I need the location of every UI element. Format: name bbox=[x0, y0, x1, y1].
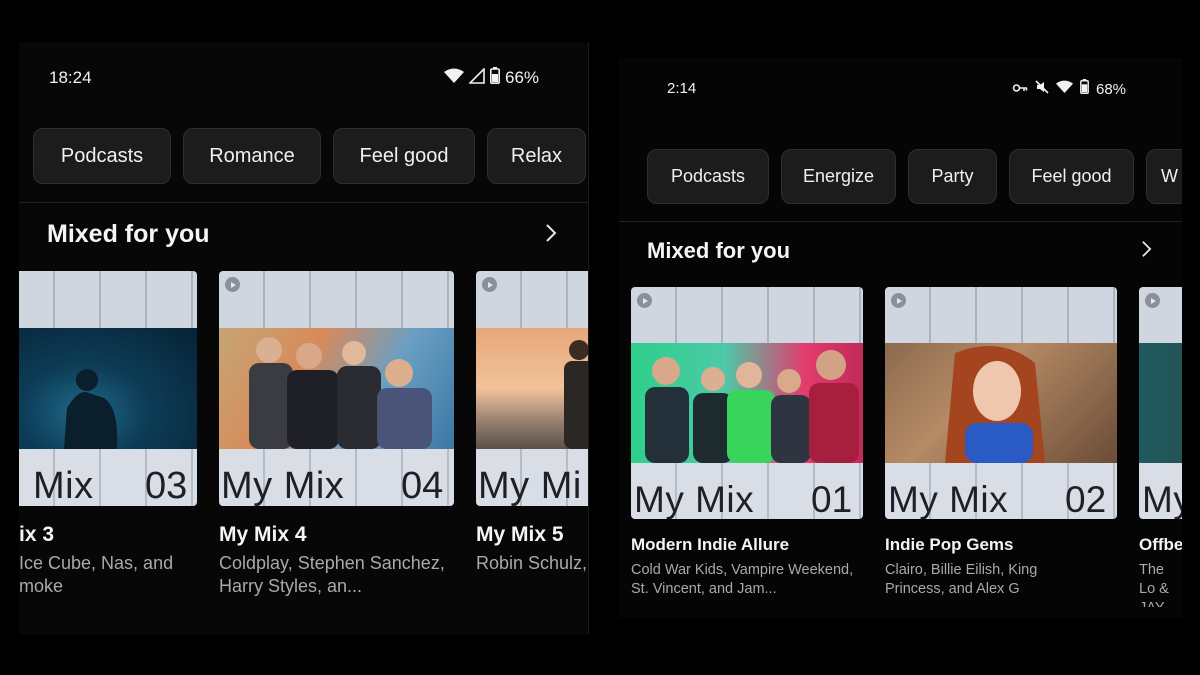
mix-card[interactable]: My Mix 01 Modern Indie Allure Cold War K… bbox=[631, 287, 863, 607]
right-phone-screen: 2:14 68% Podcasts Energize Party Feel go… bbox=[619, 58, 1182, 618]
section-title: Mixed for you bbox=[47, 220, 210, 248]
mix-number: 01 bbox=[811, 479, 853, 519]
mix-card[interactable]: My Offbe The Lo & JAY- bbox=[1139, 287, 1182, 607]
wifi-icon bbox=[1056, 79, 1073, 99]
mix-number: 03 bbox=[145, 465, 188, 506]
cover-photo bbox=[19, 328, 197, 449]
play-badge-icon bbox=[891, 293, 906, 308]
card-subtitle: Ice Cube, Nas, and moke bbox=[19, 553, 174, 597]
play-badge-icon bbox=[225, 277, 240, 292]
filter-chips: Podcasts Romance Feel good Relax bbox=[33, 128, 586, 184]
chip-relax[interactable]: Relax bbox=[487, 128, 586, 184]
mix-word: My Mix bbox=[634, 479, 755, 519]
mute-icon bbox=[1035, 79, 1049, 99]
battery-icon bbox=[490, 67, 500, 89]
card-title: Modern Indie Allure bbox=[631, 535, 790, 554]
play-badge-icon bbox=[637, 293, 652, 308]
mix-word: My bbox=[1142, 479, 1182, 519]
chip-podcasts[interactable]: Podcasts bbox=[647, 149, 769, 204]
status-bar: 18:24 66% bbox=[19, 42, 588, 112]
section-divider bbox=[619, 221, 1182, 222]
chip-feel-good[interactable]: Feel good bbox=[333, 128, 475, 184]
cover-photo bbox=[885, 343, 1117, 463]
play-badge-icon bbox=[1145, 293, 1160, 308]
chip-romance[interactable]: Romance bbox=[183, 128, 321, 184]
signal-icon bbox=[468, 66, 485, 89]
mix-card[interactable]: My Mix 04 My Mix 4 Coldplay, Stephen San… bbox=[219, 271, 454, 611]
card-title: Indie Pop Gems bbox=[885, 535, 1014, 554]
mix-number: 04 bbox=[401, 465, 444, 506]
play-badge-icon bbox=[482, 277, 497, 292]
mix-card[interactable]: My Mi My Mix 5 Robin Schulz, and French … bbox=[476, 271, 588, 611]
filter-chips: Podcasts Energize Party Feel good W bbox=[647, 149, 1182, 204]
mix-word: My Mix bbox=[888, 479, 1009, 519]
section-title: Mixed for you bbox=[647, 238, 791, 263]
mix-word: My Mi bbox=[478, 465, 582, 506]
status-time: 2:14 bbox=[667, 80, 697, 97]
mix-cover: My Mix 02 bbox=[885, 287, 1117, 519]
status-bar: 2:14 68% bbox=[619, 58, 1182, 118]
battery-icon bbox=[1080, 79, 1089, 99]
cover-photo bbox=[1139, 343, 1182, 463]
card-title: My Mix 4 bbox=[219, 523, 307, 546]
screen-divider bbox=[588, 42, 589, 634]
chevron-right-icon[interactable] bbox=[544, 222, 558, 249]
battery-percent: 66% bbox=[505, 68, 540, 87]
chip-party[interactable]: Party bbox=[908, 149, 997, 204]
chevron-right-icon[interactable] bbox=[1140, 239, 1153, 264]
card-title: My Mix 5 bbox=[476, 523, 564, 546]
status-time: 18:24 bbox=[49, 68, 92, 87]
chip-partial[interactable]: W bbox=[1146, 149, 1182, 204]
card-title: ix 3 bbox=[19, 523, 55, 546]
mix-card[interactable]: My Mix 02 Indie Pop Gems Clairo, Billie … bbox=[885, 287, 1117, 607]
card-subtitle: The Lo & JAY- bbox=[1139, 562, 1169, 607]
battery-percent: 68% bbox=[1096, 80, 1127, 98]
mix-word: Mix bbox=[33, 465, 94, 506]
cover-photo bbox=[631, 343, 863, 463]
wifi-icon bbox=[444, 68, 464, 89]
chip-energize[interactable]: Energize bbox=[781, 149, 896, 204]
mix-word: My Mix bbox=[221, 465, 345, 506]
mix-card[interactable]: Mix 03 ix 3 Ice Cube, Nas, and moke bbox=[19, 271, 197, 611]
mix-number: 02 bbox=[1065, 479, 1107, 519]
mix-cover: My Mi bbox=[476, 271, 588, 506]
card-title: Offbe bbox=[1139, 535, 1182, 554]
card-subtitle: Coldplay, Stephen Sanchez, Harry Styles,… bbox=[219, 553, 445, 597]
card-subtitle: Robin Schulz, and French M bbox=[476, 553, 588, 573]
chip-feel-good[interactable]: Feel good bbox=[1009, 149, 1134, 204]
vpn-key-icon bbox=[1012, 79, 1028, 99]
mix-cover: My Mix 01 bbox=[631, 287, 863, 519]
left-phone-screen: 18:24 66% Podcasts Romance Feel good Rel… bbox=[19, 42, 588, 634]
card-subtitle: Clairo, Billie Eilish, King Princess, an… bbox=[885, 562, 1038, 597]
chip-podcasts[interactable]: Podcasts bbox=[33, 128, 171, 184]
cover-photo bbox=[476, 328, 588, 449]
section-divider bbox=[19, 202, 588, 203]
cover-photo bbox=[219, 328, 454, 449]
mix-cover: My bbox=[1139, 287, 1182, 519]
mix-cover: My Mix 04 bbox=[219, 271, 454, 506]
card-subtitle: Cold War Kids, Vampire Weekend, St. Vinc… bbox=[631, 562, 854, 597]
mix-cover: Mix 03 bbox=[19, 271, 197, 506]
